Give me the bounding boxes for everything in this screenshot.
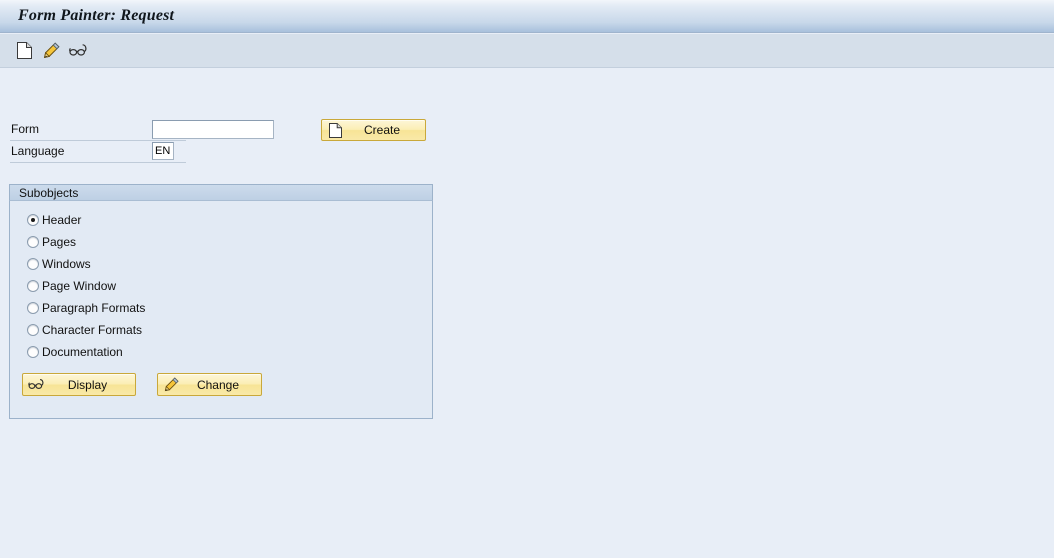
radio-option-header[interactable]: Header [10, 209, 432, 231]
display-button-label: Display [67, 377, 108, 392]
subobjects-group-box: Subobjects Header Pages Windows Page Win… [9, 184, 433, 419]
radio-option-paragraph-formats[interactable]: Paragraph Formats [10, 297, 432, 319]
radio-button-icon[interactable] [27, 302, 39, 314]
radio-button-icon[interactable] [27, 346, 39, 358]
radio-label: Page Window [42, 279, 117, 293]
change-button-label: Change [196, 377, 240, 392]
change-button[interactable]: Change [157, 373, 262, 396]
pencil-edit-icon [43, 42, 60, 59]
toolbar-display-button[interactable] [68, 40, 89, 61]
display-button[interactable]: Display [22, 373, 136, 396]
create-button[interactable]: Create [321, 119, 426, 141]
window-title-bar: Form Painter: Request [0, 0, 1054, 33]
radio-button-icon[interactable] [27, 324, 39, 336]
subobjects-action-buttons: Display Change [22, 373, 262, 396]
subobjects-title: Subobjects [19, 186, 79, 200]
radio-label: Paragraph Formats [42, 301, 146, 315]
form-field-label: Form [11, 122, 39, 136]
radio-label: Pages [42, 235, 77, 249]
glasses-display-icon [26, 378, 46, 391]
radio-button-icon[interactable] [27, 214, 39, 226]
application-toolbar: © www.tutorialkart.com [0, 34, 1054, 97]
radio-button-icon[interactable] [27, 280, 39, 292]
create-document-icon [17, 42, 32, 59]
pencil-edit-icon [161, 377, 181, 392]
subobjects-body: Header Pages Windows Page Window Paragra… [10, 201, 432, 363]
radio-label: Header [42, 213, 82, 227]
language-field-label: Language [11, 144, 65, 158]
toolbar-icon-group [14, 40, 89, 61]
radio-option-page-window[interactable]: Page Window [10, 275, 432, 297]
subobjects-group-header: Subobjects [9, 184, 433, 201]
radio-option-pages[interactable]: Pages [10, 231, 432, 253]
radio-button-icon[interactable] [27, 258, 39, 270]
language-input[interactable] [152, 142, 174, 160]
language-field-row: Language [0, 141, 440, 163]
form-input[interactable] [152, 120, 274, 139]
glasses-display-icon [69, 43, 88, 58]
radio-option-character-formats[interactable]: Character Formats [10, 319, 432, 341]
create-button-label: Create [363, 123, 401, 137]
toolbar-change-button[interactable] [41, 40, 62, 61]
toolbar-create-document-button[interactable] [14, 40, 35, 61]
language-field-label-underline [10, 162, 186, 163]
page-title: Form Painter: Request [18, 7, 175, 24]
radio-option-windows[interactable]: Windows [10, 253, 432, 275]
radio-label: Windows [42, 257, 91, 271]
radio-label: Character Formats [42, 323, 143, 337]
radio-button-icon[interactable] [27, 236, 39, 248]
radio-option-documentation[interactable]: Documentation [10, 341, 432, 363]
create-document-icon [325, 122, 345, 138]
radio-label: Documentation [42, 345, 123, 359]
main-content-area: Form Language Create Subobjects Hea [0, 69, 1054, 558]
